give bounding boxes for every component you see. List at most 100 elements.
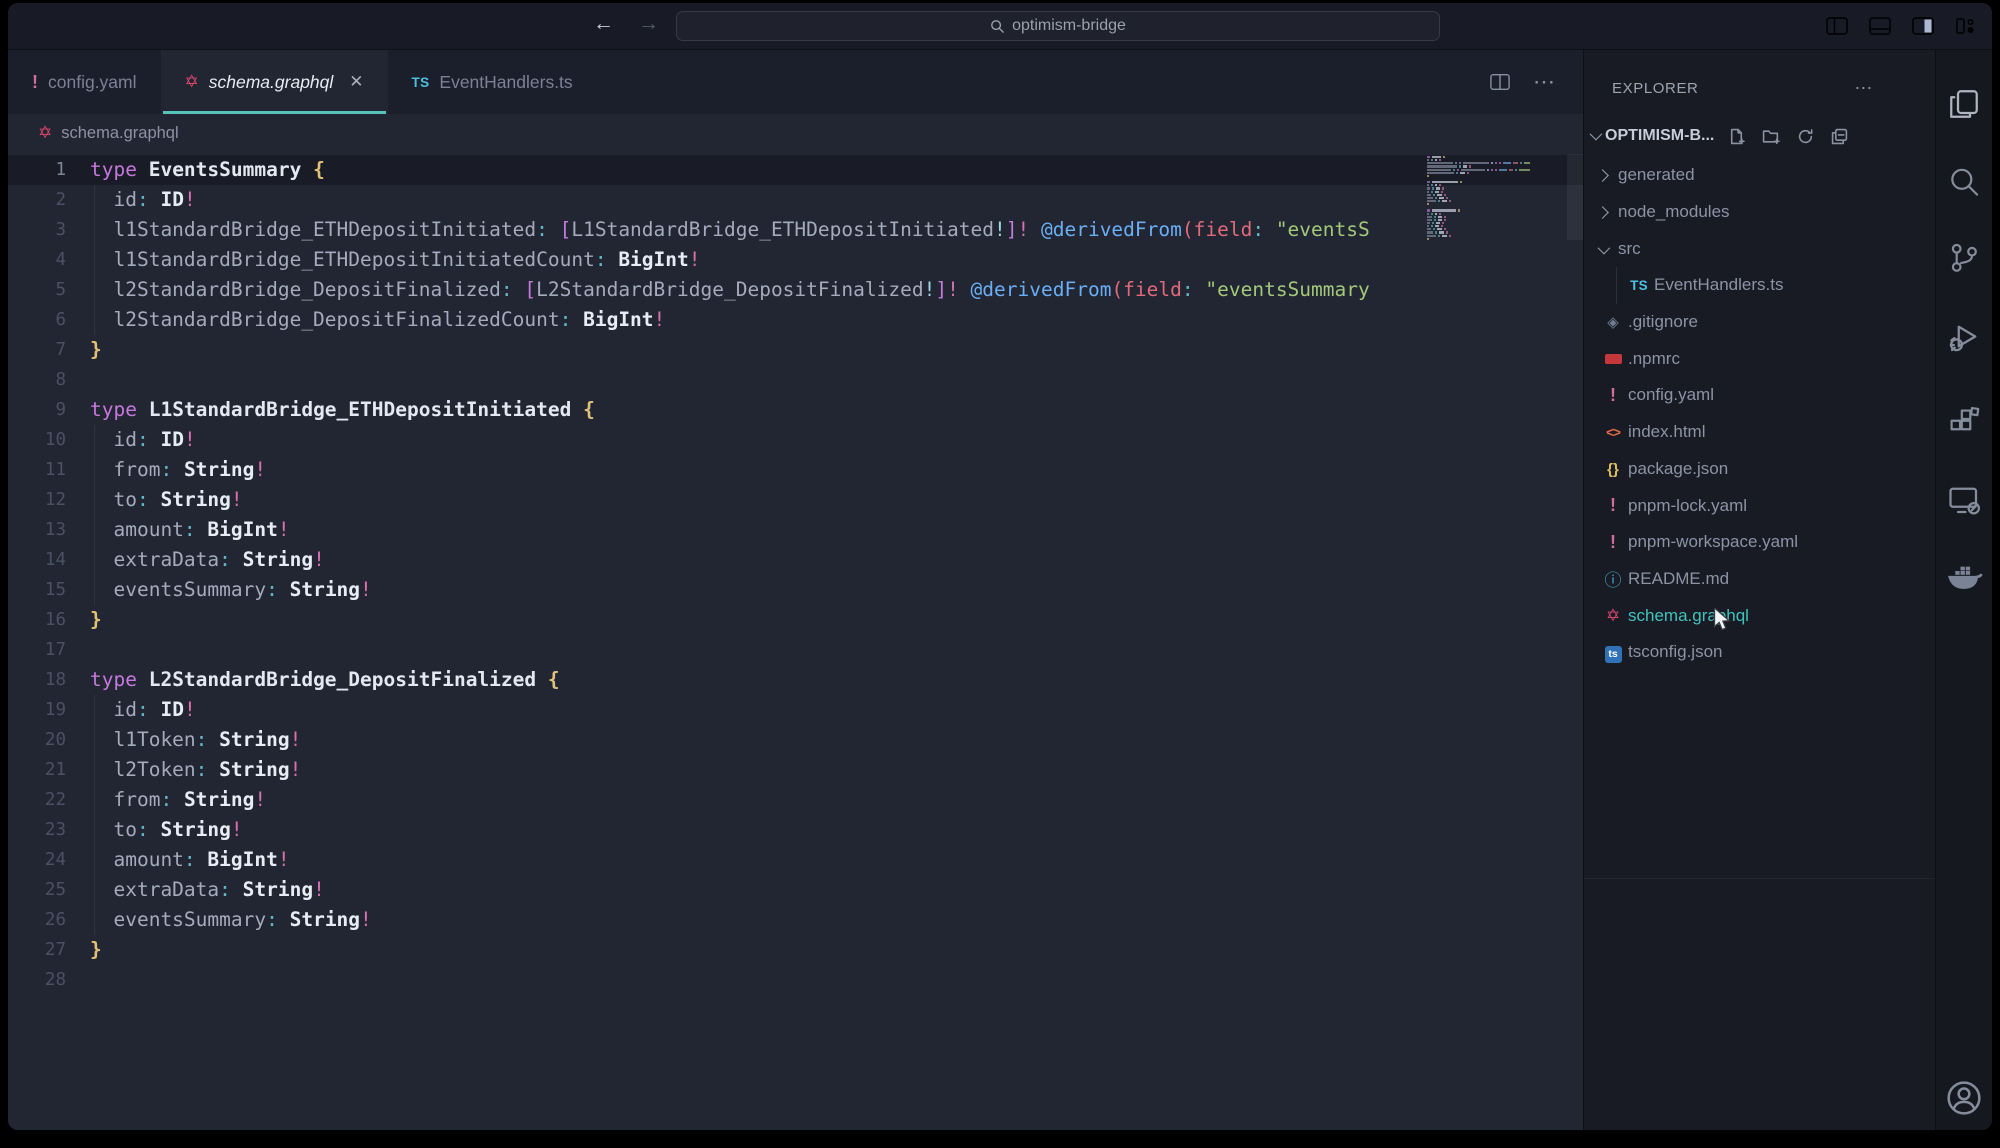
code-line-6[interactable]: 6 l2StandardBridge_DepositFinalizedCount… <box>8 305 1424 335</box>
tsconfig-icon: ts <box>1605 646 1622 663</box>
code-line-20[interactable]: 20 l1Token: String! <box>8 725 1424 755</box>
editor-more-actions-icon[interactable]: ⋯ <box>1533 69 1555 95</box>
tab-label: schema.graphql <box>209 72 334 93</box>
file-.gitignore[interactable]: ◈.gitignore <box>1584 304 1935 341</box>
editor-scrollbar[interactable] <box>1567 154 1583 240</box>
folder-src[interactable]: src <box>1584 230 1935 267</box>
tree-item-label: EventHandlers.ts <box>1654 275 1783 295</box>
line-number: 14 <box>8 545 66 575</box>
code-line-15[interactable]: 15 eventsSummary: String! <box>8 575 1424 605</box>
code-line-16[interactable]: 16} <box>8 605 1424 635</box>
code-line-10[interactable]: 10 id: ID! <box>8 425 1424 455</box>
tab-config.yaml[interactable]: !config.yaml <box>8 50 161 114</box>
line-number: 2 <box>8 185 66 215</box>
tab-label: EventHandlers.ts <box>439 72 572 93</box>
file-pnpm-workspace.yaml[interactable]: !pnpm-workspace.yaml <box>1584 524 1935 561</box>
line-number: 6 <box>8 305 66 335</box>
code-line-1[interactable]: 1type EventsSummary { <box>8 155 1583 185</box>
folder-node_modules[interactable]: node_modules <box>1584 194 1935 231</box>
history-back-icon[interactable]: ← <box>593 12 614 36</box>
tree-item-label: config.yaml <box>1628 385 1714 405</box>
title-bar: ← → optimism-bridge <box>8 3 1992 50</box>
toggle-panel-icon[interactable] <box>1868 15 1892 37</box>
tree-item-label: .npmrc <box>1628 349 1680 369</box>
new-file-icon[interactable] <box>1728 128 1745 145</box>
code-line-26[interactable]: 26 eventsSummary: String! <box>8 905 1424 935</box>
line-number: 11 <box>8 455 66 485</box>
code-line-25[interactable]: 25 extraData: String! <box>8 875 1424 905</box>
code-line-18[interactable]: 18type L2StandardBridge_DepositFinalized… <box>8 665 1424 695</box>
code-line-17[interactable]: 17 <box>8 635 1424 665</box>
code-line-23[interactable]: 23 to: String! <box>8 815 1424 845</box>
toggle-primary-sidebar-icon[interactable] <box>1825 15 1849 37</box>
file-pnpm-lock.yaml[interactable]: !pnpm-lock.yaml <box>1584 487 1935 524</box>
mouse-cursor <box>1712 608 1734 632</box>
extensions-icon[interactable] <box>1947 404 1982 439</box>
line-number: 22 <box>8 785 66 815</box>
code-line-14[interactable]: 14 extraData: String! <box>8 545 1424 575</box>
explorer-icon[interactable] <box>1946 86 1982 122</box>
explorer-more-actions-icon[interactable]: ⋯ <box>1854 78 1873 99</box>
line-number: 26 <box>8 905 66 935</box>
file-package.json[interactable]: {}package.json <box>1584 451 1935 488</box>
file-.npmrc[interactable]: .npmrc <box>1584 340 1935 377</box>
code-line-27[interactable]: 27} <box>8 935 1424 965</box>
history-forward-icon[interactable]: → <box>638 12 659 36</box>
collapse-all-icon[interactable] <box>1831 128 1848 145</box>
file-tsconfig.json[interactable]: tstsconfig.json <box>1584 634 1935 671</box>
file-index.html[interactable]: <>index.html <box>1584 414 1935 451</box>
code-line-21[interactable]: 21 l2Token: String! <box>8 755 1424 785</box>
yaml-warning-icon: ! <box>1610 532 1616 552</box>
yaml-warning-icon: ! <box>1610 495 1616 515</box>
refresh-icon[interactable] <box>1797 128 1814 145</box>
code-line-19[interactable]: 19 id: ID! <box>8 695 1424 725</box>
close-tab-icon[interactable]: ✕ <box>349 72 363 92</box>
code-line-13[interactable]: 13 amount: BigInt! <box>8 515 1424 545</box>
html-icon: <> <box>1606 425 1620 440</box>
file-config.yaml[interactable]: !config.yaml <box>1584 377 1935 414</box>
code-editor[interactable]: 1type EventsSummary {2 id: ID!3 l1Standa… <box>8 152 1583 1130</box>
breadcrumb[interactable]: ✡ schema.graphql <box>8 114 1583 152</box>
line-number: 18 <box>8 665 66 695</box>
tree-item-label: src <box>1618 239 1641 259</box>
account-icon[interactable] <box>1944 1078 1984 1118</box>
code-line-3[interactable]: 3 l1StandardBridge_ETHDepositInitiated: … <box>8 215 1424 245</box>
command-center-search[interactable]: optimism-bridge <box>676 11 1440 41</box>
code-line-9[interactable]: 9type L1StandardBridge_ETHDepositInitiat… <box>8 395 1424 425</box>
file-schema.graphql[interactable]: ✡schema.graphql <box>1584 597 1935 634</box>
remote-explorer-icon[interactable] <box>1946 482 1982 518</box>
graphql-icon: ✡ <box>185 72 199 92</box>
code-line-5[interactable]: 5 l2StandardBridge_DepositFinalized: [L2… <box>8 275 1424 305</box>
code-line-24[interactable]: 24 amount: BigInt! <box>8 845 1424 875</box>
code-line-22[interactable]: 22 from: String! <box>8 785 1424 815</box>
yaml-warning-icon: ! <box>32 72 38 93</box>
code-line-11[interactable]: 11 from: String! <box>8 455 1424 485</box>
code-line-12[interactable]: 12 to: String! <box>8 485 1424 515</box>
folder-generated[interactable]: generated <box>1584 157 1935 194</box>
file-README.md[interactable]: ⓘREADME.md <box>1584 561 1935 598</box>
toggle-secondary-sidebar-icon[interactable] <box>1911 15 1935 37</box>
split-editor-icon[interactable] <box>1489 72 1511 92</box>
code-line-4[interactable]: 4 l1StandardBridge_ETHDepositInitiatedCo… <box>8 245 1424 275</box>
code-line-28[interactable]: 28 <box>8 965 1424 995</box>
file-EventHandlers.ts[interactable]: TSEventHandlers.ts <box>1584 267 1935 304</box>
minimap[interactable] <box>1427 156 1563 244</box>
tab-schema.graphql[interactable]: ✡ schema.graphql ✕ <box>161 50 388 114</box>
new-folder-icon[interactable] <box>1762 128 1780 145</box>
tab-EventHandlers.ts[interactable]: TSEventHandlers.ts <box>388 50 597 114</box>
npm-icon <box>1605 354 1622 364</box>
activity-bar <box>1935 50 1992 1130</box>
code-line-2[interactable]: 2 id: ID! <box>8 185 1424 215</box>
workspace-section-header[interactable]: OPTIMISM-B... <box>1590 121 1935 151</box>
line-number: 27 <box>8 935 66 965</box>
line-number: 28 <box>8 965 66 995</box>
search-icon[interactable] <box>1947 164 1982 199</box>
run-debug-icon[interactable] <box>1946 320 1982 356</box>
chevron-down-icon <box>1598 241 1611 254</box>
source-control-icon[interactable] <box>1947 240 1982 275</box>
customize-layout-icon[interactable] <box>1954 15 1978 37</box>
code-line-7[interactable]: 7} <box>8 335 1424 365</box>
docker-icon[interactable] <box>1945 562 1983 599</box>
code-line-8[interactable]: 8 <box>8 365 1424 395</box>
line-number: 12 <box>8 485 66 515</box>
